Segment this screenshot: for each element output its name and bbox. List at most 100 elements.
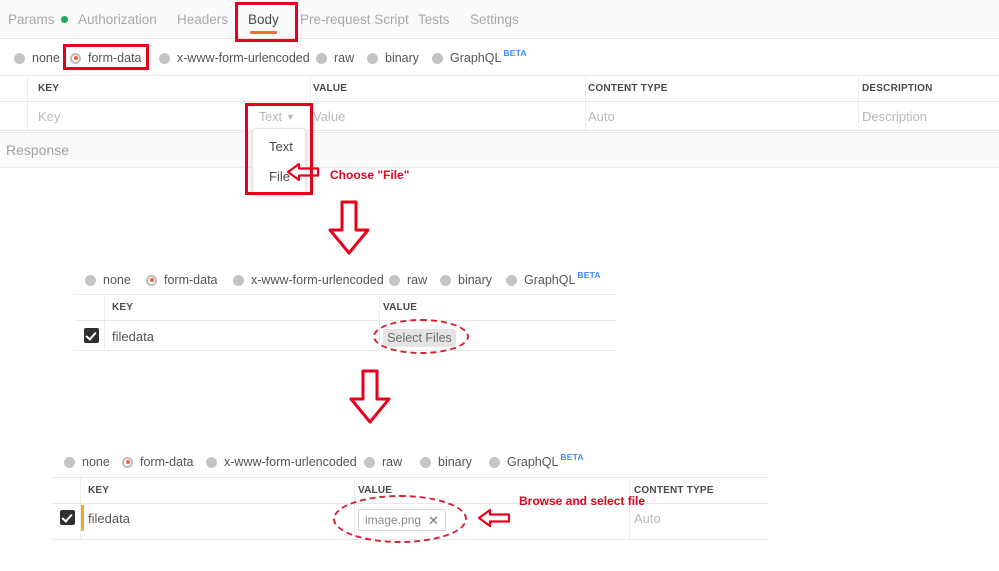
column-header-key: KEY — [88, 484, 110, 496]
row-bottom-border — [0, 130, 999, 131]
tab-settings-label: Settings — [470, 11, 519, 27]
flow-arrow-down-1 — [327, 200, 371, 256]
body-type-urlencoded-middle[interactable]: x-www-form-urlencoded — [233, 268, 384, 292]
body-type-graphql-middle[interactable]: GraphQL BETA — [506, 268, 601, 292]
col-divider — [27, 75, 28, 130]
annotation-browse-select-file: Browse and select file — [519, 494, 646, 508]
radio-dot-icon — [14, 52, 25, 64]
col-divider — [585, 75, 586, 130]
body-type-none-label: none — [32, 51, 60, 65]
pointer-arrow-left-file-chip — [477, 508, 511, 528]
body-type-none-top[interactable]: none — [14, 46, 60, 70]
tab-authorization[interactable]: Authorization — [78, 0, 157, 38]
radio-dot-icon — [85, 274, 96, 286]
radio-dot-icon — [233, 274, 244, 286]
body-type-form-data-label: form-data — [140, 455, 194, 469]
highlight-ellipse-selected-file — [333, 495, 467, 543]
column-header-key: KEY — [38, 82, 60, 94]
header-bottom-border — [0, 101, 999, 102]
radio-dot-selected-icon — [146, 274, 157, 286]
body-type-graphql-label: GraphQL — [450, 51, 502, 65]
body-type-radio-group-middle: none form-data x-www-form-urlencoded raw… — [0, 268, 999, 292]
body-type-binary-top[interactable]: binary — [367, 46, 419, 70]
body-type-binary-label: binary — [458, 273, 493, 287]
body-type-raw-top[interactable]: raw — [316, 46, 354, 70]
params-indicator-dot — [60, 15, 68, 23]
tab-pre-request-script[interactable]: Pre-request Script — [300, 0, 409, 38]
body-type-form-data-bottom[interactable]: form-data — [122, 450, 194, 474]
radio-dot-icon — [440, 274, 451, 286]
row-bottom-border — [76, 350, 616, 351]
body-type-binary-label: binary — [438, 455, 473, 469]
column-header-value: VALUE — [383, 301, 418, 313]
body-type-form-data-label: form-data — [164, 273, 218, 287]
body-type-binary-bottom[interactable]: binary — [420, 450, 472, 474]
row-enabled-checkbox-bottom[interactable] — [60, 510, 75, 525]
body-type-radio-group-top: none form-data x-www-form-urlencoded raw… — [0, 46, 999, 70]
tab-settings[interactable]: Settings — [470, 0, 519, 38]
body-type-raw-label: raw — [334, 51, 355, 65]
body-type-raw-bottom[interactable]: raw — [364, 450, 402, 474]
key-input-top[interactable]: Key — [38, 103, 60, 130]
column-header-content-type: CONTENT TYPE — [634, 484, 714, 496]
body-type-none-bottom[interactable]: none — [64, 450, 110, 474]
body-type-graphql-label: GraphQL — [507, 455, 559, 469]
body-type-none-label: none — [103, 273, 131, 287]
radio-dot-icon — [316, 52, 327, 64]
response-label: Response — [6, 142, 70, 158]
tab-params[interactable]: Params — [8, 0, 68, 38]
radio-dot-selected-icon — [122, 456, 133, 468]
body-type-raw-label: raw — [407, 273, 428, 287]
radio-dot-icon — [206, 456, 217, 468]
body-type-urlencoded-label: x-www-form-urlencoded — [224, 455, 357, 469]
body-type-raw-middle[interactable]: raw — [389, 268, 427, 292]
body-type-none-middle[interactable]: none — [85, 268, 131, 292]
column-header-value: VALUE — [313, 82, 348, 94]
body-type-graphql-bottom[interactable]: GraphQL BETA — [489, 450, 584, 474]
body-type-raw-label: raw — [382, 455, 403, 469]
tab-authorization-label: Authorization — [78, 11, 157, 27]
row-enabled-checkbox-middle[interactable] — [84, 328, 99, 343]
tab-params-label: Params — [8, 11, 55, 27]
body-type-urlencoded-label: x-www-form-urlencoded — [177, 51, 310, 65]
col-divider — [858, 75, 859, 130]
radio-dot-icon — [159, 52, 170, 64]
description-input-top[interactable]: Description — [862, 103, 927, 130]
col-divider — [629, 477, 630, 539]
radio-dot-icon — [420, 456, 431, 468]
body-type-form-data-middle[interactable]: form-data — [146, 268, 218, 292]
body-type-binary-middle[interactable]: binary — [440, 268, 492, 292]
key-value-middle[interactable]: filedata — [112, 323, 154, 350]
body-type-binary-label: binary — [385, 51, 420, 65]
graphql-beta-badge: BETA — [503, 48, 527, 58]
body-type-urlencoded-bottom[interactable]: x-www-form-urlencoded — [206, 450, 357, 474]
flow-arrow-down-2 — [348, 369, 392, 425]
body-type-none-label: none — [82, 455, 110, 469]
key-value-bottom[interactable]: filedata — [88, 505, 130, 532]
body-type-urlencoded-top[interactable]: x-www-form-urlencoded — [159, 46, 310, 70]
row-active-indicator — [81, 505, 84, 531]
pointer-arrow-left-file — [286, 162, 320, 182]
body-type-graphql-top[interactable]: GraphQL BETA — [432, 46, 527, 70]
radio-dot-icon — [432, 52, 443, 64]
header-bottom-border — [76, 320, 616, 321]
radio-dot-icon — [489, 456, 500, 468]
highlight-ellipse-select-files — [373, 319, 469, 354]
radio-dot-icon — [367, 52, 378, 64]
table-top-border — [76, 294, 616, 295]
column-header-key: KEY — [112, 301, 134, 313]
content-type-input-bottom[interactable]: Auto — [634, 505, 661, 532]
radio-dot-icon — [506, 274, 517, 286]
tab-tests-label: Tests — [418, 11, 450, 27]
tab-pre-request-script-label: Pre-request Script — [300, 11, 409, 27]
tab-headers-label: Headers — [177, 11, 229, 27]
radio-dot-icon — [389, 274, 400, 286]
tab-tests[interactable]: Tests — [418, 0, 450, 38]
tab-headers[interactable]: Headers — [177, 0, 228, 38]
content-type-input-top[interactable]: Auto — [588, 103, 615, 130]
value-input-top[interactable]: Value — [313, 103, 345, 130]
body-type-radio-group-bottom: none form-data x-www-form-urlencoded raw… — [0, 450, 999, 474]
highlight-box-form-data-radio — [63, 44, 149, 70]
body-type-urlencoded-label: x-www-form-urlencoded — [251, 273, 384, 287]
response-section-bar: Response — [0, 132, 999, 168]
